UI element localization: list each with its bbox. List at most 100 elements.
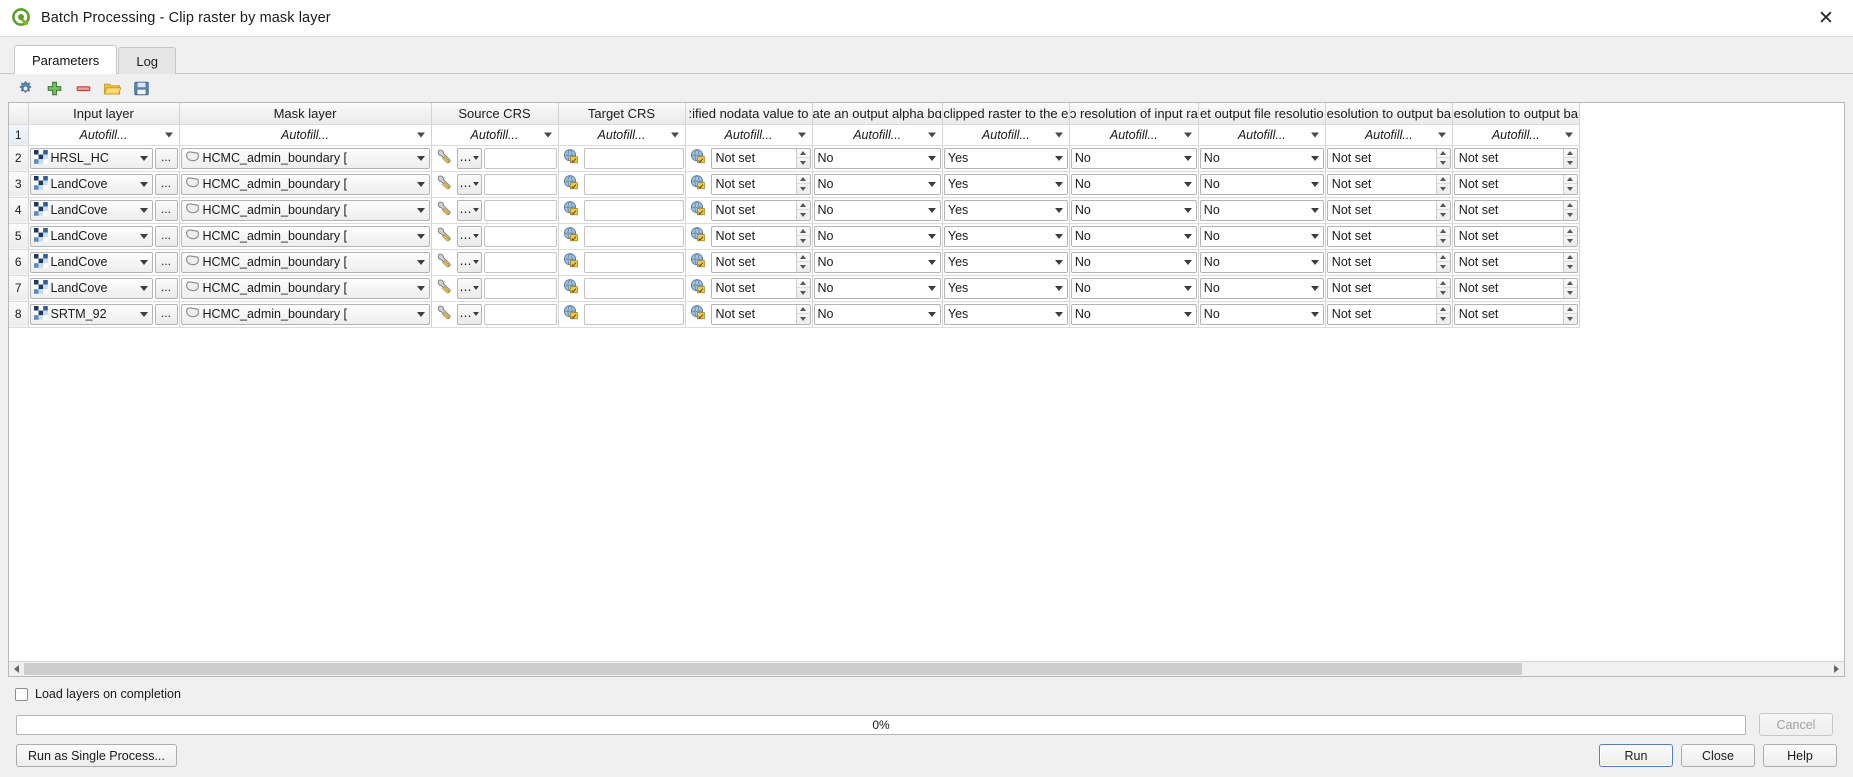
set-resolution-combo[interactable]: No	[1199, 251, 1324, 273]
cell-source-crs[interactable]: ․․․	[431, 249, 559, 276]
chevron-down-icon[interactable]	[1184, 154, 1193, 163]
column-header-set_res[interactable]: et output file resolutio	[1198, 103, 1326, 125]
advanced-settings-icon[interactable]	[14, 77, 36, 99]
chevron-down-icon[interactable]	[1564, 132, 1573, 137]
crs-globe-icon[interactable]	[689, 226, 706, 246]
resolution-y-stepper[interactable]	[1562, 200, 1577, 220]
chevron-down-icon[interactable]	[417, 180, 426, 189]
stepper-down-icon[interactable]	[1437, 314, 1450, 324]
cell-source-crs[interactable]: ․․․	[431, 223, 559, 250]
stepper-up-icon[interactable]	[1436, 149, 1450, 158]
cell-resolution-x[interactable]: Not set	[1325, 145, 1453, 172]
chevron-down-icon[interactable]	[164, 132, 173, 137]
resolution-y-spinbox[interactable]: Not set	[1453, 251, 1578, 273]
stepper-down-icon[interactable]	[797, 210, 810, 220]
source-crs-select-button[interactable]	[433, 304, 455, 325]
column-header-target_crs[interactable]: Target CRS	[558, 103, 686, 125]
cell-set-resolution[interactable]: No	[1198, 197, 1326, 224]
chevron-down-icon[interactable]	[140, 310, 149, 319]
autofill-cell-source_crs[interactable]: Autofill...	[431, 124, 559, 146]
target-crs-select-button[interactable]	[560, 278, 582, 299]
tab-log[interactable]: Log	[118, 47, 177, 74]
cell-resolution-y[interactable]: Not set	[1452, 301, 1580, 328]
stepper-up-icon[interactable]	[1436, 201, 1450, 210]
load-layers-label[interactable]: Load layers on completion	[35, 687, 181, 701]
source-crs-select-button[interactable]	[433, 148, 455, 169]
target-crs-combo[interactable]	[583, 199, 684, 221]
source-crs-combo[interactable]	[483, 173, 557, 195]
cell-input-layer[interactable]: SRTM_92...	[28, 301, 180, 328]
set-resolution-combo[interactable]: No	[1199, 147, 1324, 169]
cell-input-layer[interactable]: HRSL_HC...	[28, 145, 180, 172]
column-header-nodata[interactable]: :ified nodata value to	[685, 103, 813, 125]
cell-source-crs[interactable]: ․․․	[431, 275, 559, 302]
nodata-stepper[interactable]	[795, 252, 810, 272]
source-crs-combo[interactable]	[483, 303, 557, 325]
scrollbar-track[interactable]	[24, 662, 1829, 676]
keep-resolution-combo[interactable]: No	[1070, 251, 1197, 273]
stepper-down-icon[interactable]	[1437, 158, 1450, 168]
resolution-y-stepper[interactable]	[1562, 278, 1577, 298]
crs-globe-icon[interactable]	[562, 200, 579, 220]
cell-resolution-x[interactable]: Not set	[1325, 275, 1453, 302]
nodata-stepper[interactable]	[795, 226, 810, 246]
resolution-y-stepper[interactable]	[1562, 304, 1577, 324]
resolution-x-spinbox[interactable]: Not set	[1326, 251, 1451, 273]
alpha-band-combo[interactable]: No	[813, 147, 941, 169]
stepper-up-icon[interactable]	[1563, 227, 1577, 236]
cell-nodata[interactable]: Not set	[685, 223, 813, 250]
resolution-x-spinbox[interactable]: Not set	[1326, 303, 1451, 325]
keep-resolution-combo[interactable]: No	[1070, 199, 1197, 221]
resolution-y-stepper[interactable]	[1562, 148, 1577, 168]
cell-clip-extent[interactable]: Yes	[942, 171, 1070, 198]
clip-extent-combo[interactable]: Yes	[943, 199, 1068, 221]
cell-mask-layer[interactable]: HCMC_admin_boundary [	[179, 301, 432, 328]
stepper-down-icon[interactable]	[797, 288, 810, 298]
stepper-down-icon[interactable]	[1564, 158, 1577, 168]
mask-layer-combo[interactable]: HCMC_admin_boundary [	[180, 173, 430, 195]
nodata-crs-icon[interactable]	[687, 226, 709, 247]
source-crs-options-button[interactable]: ․․․	[456, 303, 482, 325]
horizontal-scrollbar[interactable]	[9, 661, 1844, 676]
remove-row-icon[interactable]	[72, 77, 94, 99]
autofill-cell-clip_extent[interactable]: Autofill...	[942, 124, 1070, 146]
chevron-down-icon[interactable]	[1183, 132, 1192, 137]
cell-resolution-x[interactable]: Not set	[1325, 249, 1453, 276]
input-layer-combo[interactable]: HRSL_HC	[29, 147, 153, 169]
cell-input-layer[interactable]: LandCove...	[28, 197, 180, 224]
stepper-down-icon[interactable]	[797, 262, 810, 272]
resolution-x-spinbox[interactable]: Not set	[1326, 173, 1451, 195]
chevron-down-icon[interactable]	[1055, 284, 1064, 293]
crs-globe-icon[interactable]	[562, 148, 579, 168]
target-crs-combo[interactable]	[583, 147, 684, 169]
column-header-clip_extent[interactable]: clipped raster to the e	[942, 103, 1070, 125]
input-layer-browse-button[interactable]: ...	[154, 277, 178, 299]
cell-target-crs[interactable]	[558, 171, 686, 198]
column-header-alpha_band[interactable]: ate an output alpha bɑ	[812, 103, 943, 125]
crs-wrench-icon[interactable]	[435, 148, 453, 169]
autofill-cell-input_layer[interactable]: Autofill...	[28, 124, 180, 146]
alpha-band-combo[interactable]: No	[813, 173, 941, 195]
input-layer-combo[interactable]: LandCove	[29, 173, 153, 195]
autofill-cell-res_y[interactable]: Autofill...	[1452, 124, 1580, 146]
target-crs-combo[interactable]	[583, 277, 684, 299]
crs-wrench-icon[interactable]	[435, 278, 453, 299]
chevron-down-icon[interactable]	[417, 206, 426, 215]
cell-target-crs[interactable]	[558, 145, 686, 172]
cell-mask-layer[interactable]: HCMC_admin_boundary [	[179, 145, 432, 172]
stepper-down-icon[interactable]	[1564, 314, 1577, 324]
stepper-up-icon[interactable]	[1436, 279, 1450, 288]
crs-globe-icon[interactable]	[562, 226, 579, 246]
chevron-down-icon[interactable]	[797, 132, 806, 137]
source-crs-options-button[interactable]: ․․․	[456, 147, 482, 169]
mask-layer-combo[interactable]: HCMC_admin_boundary [	[180, 147, 430, 169]
resolution-x-spinbox[interactable]: Not set	[1326, 225, 1451, 247]
scroll-left-icon[interactable]	[9, 662, 24, 676]
chevron-down-icon[interactable]	[1184, 310, 1193, 319]
chevron-down-icon[interactable]	[927, 132, 936, 137]
cell-keep-resolution[interactable]: No	[1069, 249, 1199, 276]
cell-nodata[interactable]: Not set	[685, 171, 813, 198]
stepper-down-icon[interactable]	[1437, 288, 1450, 298]
cell-mask-layer[interactable]: HCMC_admin_boundary [	[179, 249, 432, 276]
nodata-spinbox[interactable]: Not set	[710, 277, 811, 299]
